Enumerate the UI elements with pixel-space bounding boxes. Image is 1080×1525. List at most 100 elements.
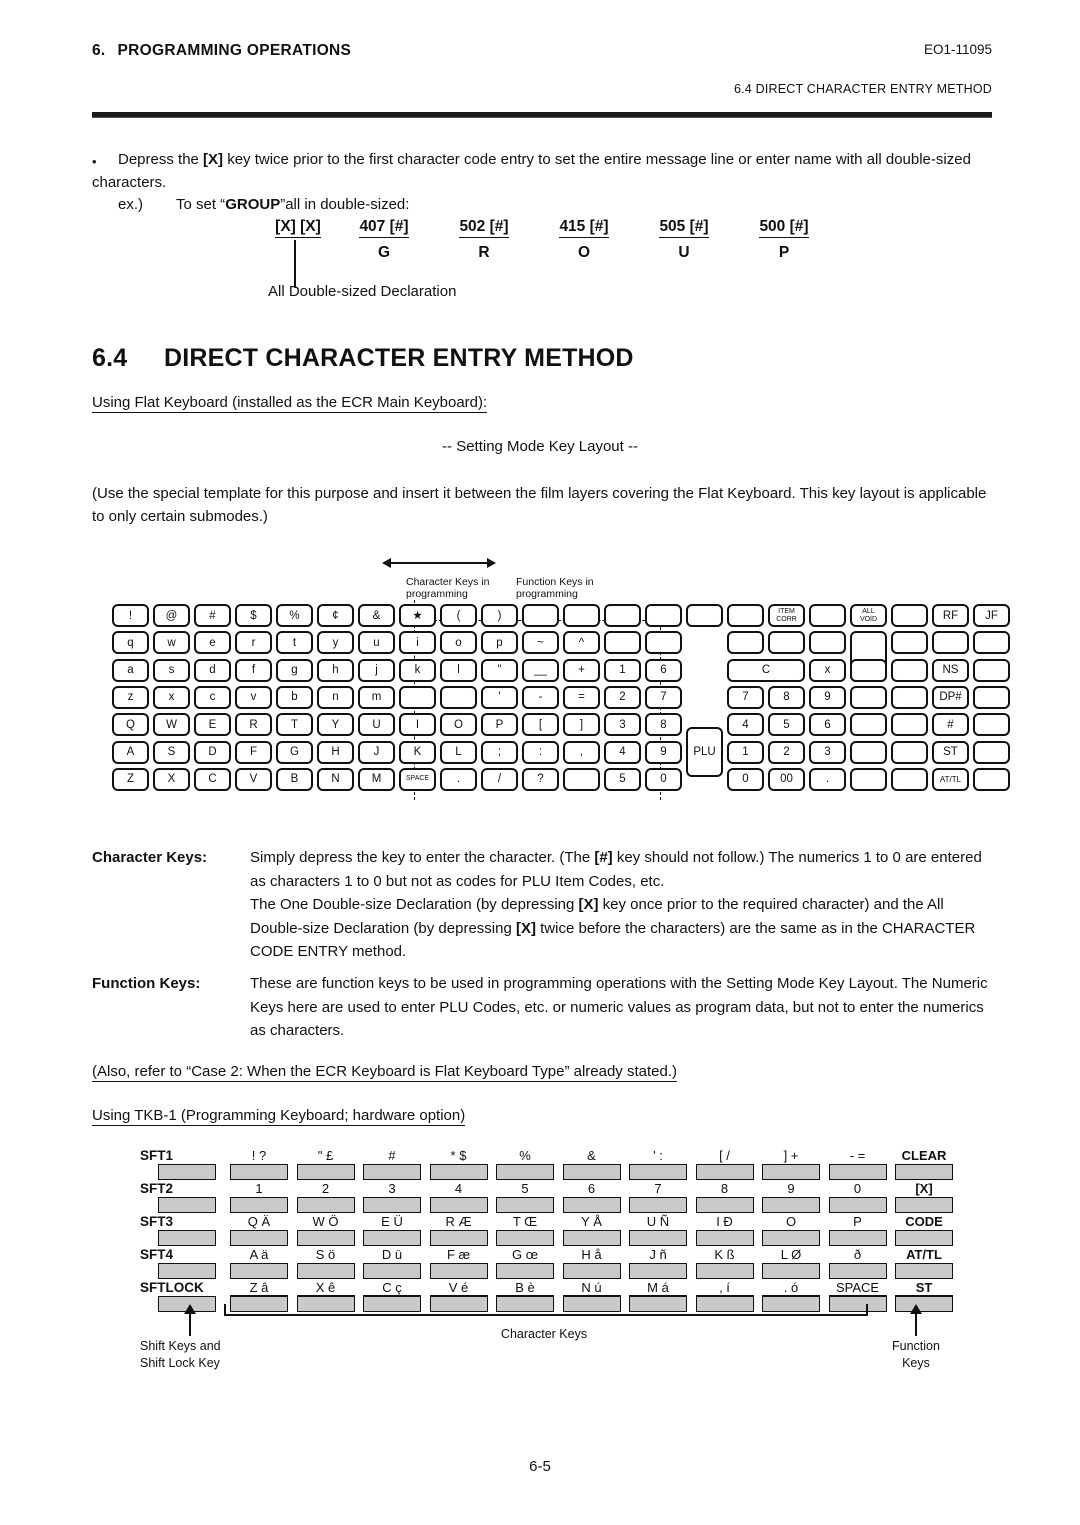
flat-key-6[interactable]: 6: [809, 713, 846, 737]
flat-key-;[interactable]: ;: [481, 740, 518, 764]
flat-key-blank[interactable]: [727, 631, 764, 655]
flat-key-blank[interactable]: [973, 740, 1010, 764]
flat-key-a[interactable]: a: [112, 658, 149, 682]
tkb-key-button-"£[interactable]: [296, 1164, 355, 1180]
flat-key-o[interactable]: O: [440, 713, 477, 737]
flat-key-x[interactable]: x: [153, 685, 190, 709]
flat-key-blank[interactable]: [891, 685, 928, 709]
flat-key-u[interactable]: u: [358, 631, 395, 655]
flat-key-5[interactable]: 5: [604, 767, 641, 791]
flat-key-blank[interactable]: [891, 658, 928, 682]
flat-key-all-void[interactable]: ALL VOID: [850, 604, 887, 627]
flat-key--[interactable]: -: [522, 685, 559, 709]
flat-key-w[interactable]: w: [153, 631, 190, 655]
tkb-key-button-&[interactable]: [562, 1164, 621, 1180]
flat-key-m[interactable]: m: [358, 685, 395, 709]
flat-key-d[interactable]: d: [194, 658, 231, 682]
flat-key-([interactable]: (: [440, 604, 477, 627]
flat-key-ns[interactable]: NS: [932, 658, 969, 682]
flat-key-&[interactable]: &: [358, 604, 395, 627]
flat-key-8[interactable]: 8: [645, 713, 682, 737]
flat-key-?[interactable]: ?: [522, 767, 559, 791]
flat-key-x[interactable]: x: [809, 658, 846, 682]
flat-key-jf[interactable]: JF: [973, 604, 1010, 627]
tkb-key-button-6[interactable]: [562, 1197, 621, 1213]
tkb-key-button-9[interactable]: [762, 1197, 820, 1213]
flat-key-.[interactable]: .: [440, 767, 477, 791]
flat-key-z[interactable]: z: [112, 685, 149, 709]
tkb-key-button-fæ[interactable]: [429, 1263, 488, 1279]
tkb-key-button-5[interactable]: [496, 1197, 554, 1213]
flat-key-n[interactable]: N: [317, 767, 354, 791]
flat-key-blank[interactable]: [973, 658, 1010, 682]
flat-key-space[interactable]: SPACE: [399, 767, 436, 791]
tkb-key-button-at/tl[interactable]: [895, 1263, 953, 1279]
flat-key-#[interactable]: #: [932, 713, 969, 737]
flat-key-g[interactable]: g: [276, 658, 313, 682]
flat-key-blank[interactable]: [645, 604, 682, 627]
flat-key-t[interactable]: t: [276, 631, 313, 655]
tkb-key-button-4[interactable]: [429, 1197, 488, 1213]
tkb-key-button-dü[interactable]: [363, 1263, 421, 1279]
tkb-key-button-wö[interactable]: [296, 1230, 355, 1246]
flat-key-blank[interactable]: [604, 604, 641, 627]
flat-key-blank[interactable]: [891, 713, 928, 737]
flat-key-)[interactable]: ): [481, 604, 518, 627]
flat-key-i[interactable]: I: [399, 713, 436, 737]
tkb-key-button-kß[interactable]: [695, 1263, 754, 1279]
flat-key-^[interactable]: ^: [563, 631, 600, 655]
flat-key-c[interactable]: c: [194, 685, 231, 709]
flat-key-blank[interactable]: [891, 740, 928, 764]
tkb-key-button-aä[interactable]: [230, 1263, 288, 1279]
tkb-key-button-yå[interactable]: [562, 1230, 621, 1246]
tkb-key-button-ræ[interactable]: [429, 1230, 488, 1246]
flat-key-blank[interactable]: [973, 767, 1010, 791]
flat-key-w[interactable]: W: [153, 713, 190, 737]
flat-key-dp#[interactable]: DP#: [932, 685, 969, 709]
flat-key-blank[interactable]: [809, 631, 846, 655]
tkb-key-button-o[interactable]: [762, 1230, 820, 1246]
flat-key-[[interactable]: [: [522, 713, 559, 737]
tkb-key-button-*$[interactable]: [429, 1164, 488, 1180]
flat-key-blank[interactable]: [891, 631, 928, 655]
flat-key-rf[interactable]: RF: [932, 604, 969, 627]
flat-key-e[interactable]: e: [194, 631, 231, 655]
flat-key-blank[interactable]: [727, 604, 764, 627]
tkb-key-button-[x][interactable]: [895, 1197, 953, 1213]
tkb-key-button-[/[interactable]: [695, 1164, 754, 1180]
tkb-key-button-%[interactable]: [496, 1164, 554, 1180]
flat-key-__[interactable]: __: [522, 658, 559, 682]
tkb-key-button-hå[interactable]: [562, 1263, 621, 1279]
flat-key-'[interactable]: ': [481, 685, 518, 709]
tkb-key-button-2[interactable]: [296, 1197, 355, 1213]
flat-key-★[interactable]: ★: [399, 604, 436, 627]
flat-key-blank[interactable]: [973, 631, 1010, 655]
flat-key-k[interactable]: k: [399, 658, 436, 682]
flat-key-%[interactable]: %: [276, 604, 313, 627]
flat-key-blank[interactable]: [850, 740, 887, 764]
flat-key-p[interactable]: P: [481, 713, 518, 737]
flat-key-blank[interactable]: [932, 631, 969, 655]
flat-key-v[interactable]: v: [235, 685, 272, 709]
flat-key-3[interactable]: 3: [604, 713, 641, 737]
flat-key-,[interactable]: ,: [563, 740, 600, 764]
flat-key-j[interactable]: j: [358, 658, 395, 682]
flat-key-u[interactable]: U: [358, 713, 395, 737]
flat-key-i[interactable]: i: [399, 631, 436, 655]
flat-key-blank[interactable]: [973, 685, 1010, 709]
flat-key-blank[interactable]: [645, 631, 682, 655]
flat-key-blank[interactable]: [850, 713, 887, 737]
flat-key-q[interactable]: Q: [112, 713, 149, 737]
flat-key-b[interactable]: B: [276, 767, 313, 791]
flat-key-2[interactable]: 2: [768, 740, 805, 764]
flat-key-00[interactable]: 00: [768, 767, 805, 791]
tkb-key-button-gœ[interactable]: [496, 1263, 554, 1279]
tkb-key-button-sö[interactable]: [296, 1263, 355, 1279]
tkb-key-button-7[interactable]: [629, 1197, 687, 1213]
flat-key-o[interactable]: o: [440, 631, 477, 655]
flat-key-6[interactable]: 6: [645, 658, 682, 682]
flat-key-+[interactable]: +: [563, 658, 600, 682]
flat-key-7[interactable]: 7: [645, 685, 682, 709]
flat-key-![interactable]: !: [112, 604, 149, 627]
flat-key-¢[interactable]: ¢: [317, 604, 354, 627]
